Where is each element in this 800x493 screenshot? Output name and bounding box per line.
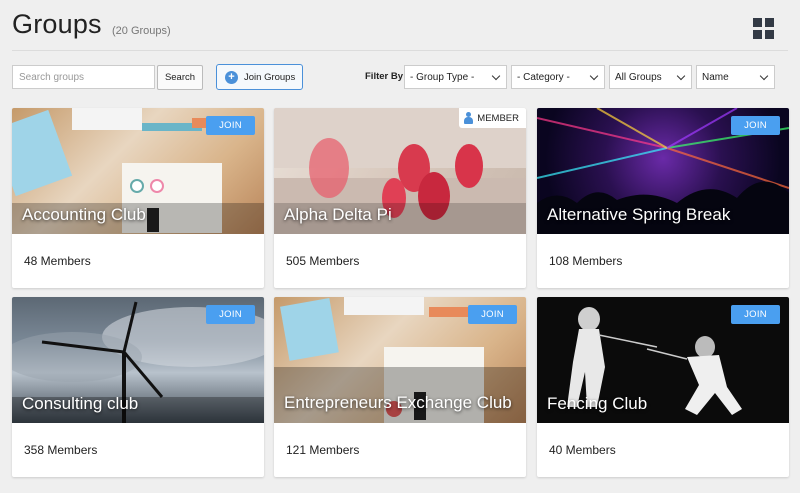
join-groups-button[interactable]: + Join Groups xyxy=(216,64,303,90)
join-groups-label: Join Groups xyxy=(244,71,296,83)
sort-value: Name xyxy=(702,71,729,83)
plus-icon: + xyxy=(225,70,238,84)
group-card-alpha-delta-pi[interactable]: MEMBER Alpha Delta Pi 505 Members xyxy=(274,108,526,288)
member-count: 505 Members xyxy=(286,254,360,268)
group-name: Entrepreneurs Exchange Club xyxy=(284,393,512,412)
member-count: 358 Members xyxy=(24,443,98,457)
group-card-alternative-spring-break[interactable]: JOIN Alternative Spring Break 108 Member… xyxy=(537,108,789,288)
member-count: 108 Members xyxy=(549,254,623,268)
join-button[interactable]: JOIN xyxy=(206,116,255,135)
group-image: MEMBER Alpha Delta Pi xyxy=(274,108,526,234)
join-button[interactable]: JOIN xyxy=(731,116,780,135)
toolbar: Search + Join Groups Filter By - Group T… xyxy=(0,63,800,91)
member-count: 48 Members xyxy=(24,254,91,268)
group-count: (20 Groups) xyxy=(112,25,171,37)
filter-by-label: Filter By xyxy=(365,71,404,82)
sort-select[interactable]: Name xyxy=(696,65,775,89)
page-header: Groups (20 Groups) xyxy=(0,0,800,52)
member-badge: MEMBER xyxy=(459,108,526,128)
chevron-down-icon xyxy=(676,71,686,81)
category-select[interactable]: - Category - xyxy=(511,65,605,89)
group-name: Alternative Spring Break xyxy=(547,205,731,224)
chevron-down-icon xyxy=(759,71,769,81)
group-image: JOIN Consulting club xyxy=(12,297,264,423)
member-count: 121 Members xyxy=(286,443,360,457)
join-button[interactable]: JOIN xyxy=(468,305,517,324)
group-card-fencing[interactable]: JOIN Fencing Club 40 Members xyxy=(537,297,789,477)
group-name: Accounting Club xyxy=(22,205,146,224)
search-button[interactable]: Search xyxy=(157,65,203,90)
membership-select[interactable]: All Groups xyxy=(609,65,692,89)
group-name: Fencing Club xyxy=(547,394,648,413)
group-type-value: - Group Type - xyxy=(410,71,475,83)
group-card-accounting[interactable]: JOIN Accounting Club 48 Members xyxy=(12,108,264,288)
category-value: - Category - xyxy=(517,71,570,83)
member-badge-label: MEMBER xyxy=(477,112,519,124)
group-name: Alpha Delta Pi xyxy=(284,205,392,224)
chevron-down-icon xyxy=(491,71,501,81)
membership-value: All Groups xyxy=(615,71,662,83)
member-count: 40 Members xyxy=(549,443,616,457)
group-card-entrepreneurs-exchange[interactable]: JOIN Entrepreneurs Exchange Club 121 Mem… xyxy=(274,297,526,477)
group-type-select[interactable]: - Group Type - xyxy=(404,65,507,89)
chevron-down-icon xyxy=(589,71,599,81)
search-input[interactable] xyxy=(12,65,155,89)
group-image: JOIN Accounting Club xyxy=(12,108,264,234)
group-image: JOIN Entrepreneurs Exchange Club xyxy=(274,297,526,423)
person-icon xyxy=(464,112,474,124)
group-card-consulting[interactable]: JOIN Consulting club 358 Members xyxy=(12,297,264,477)
page-title: Groups xyxy=(12,9,102,39)
group-image: JOIN Alternative Spring Break xyxy=(537,108,789,234)
join-button[interactable]: JOIN xyxy=(206,305,255,324)
group-image: JOIN Fencing Club xyxy=(537,297,789,423)
grid-view-icon[interactable] xyxy=(753,18,774,39)
group-name: Consulting club xyxy=(22,394,139,413)
join-button[interactable]: JOIN xyxy=(731,305,780,324)
header-divider xyxy=(12,50,788,51)
